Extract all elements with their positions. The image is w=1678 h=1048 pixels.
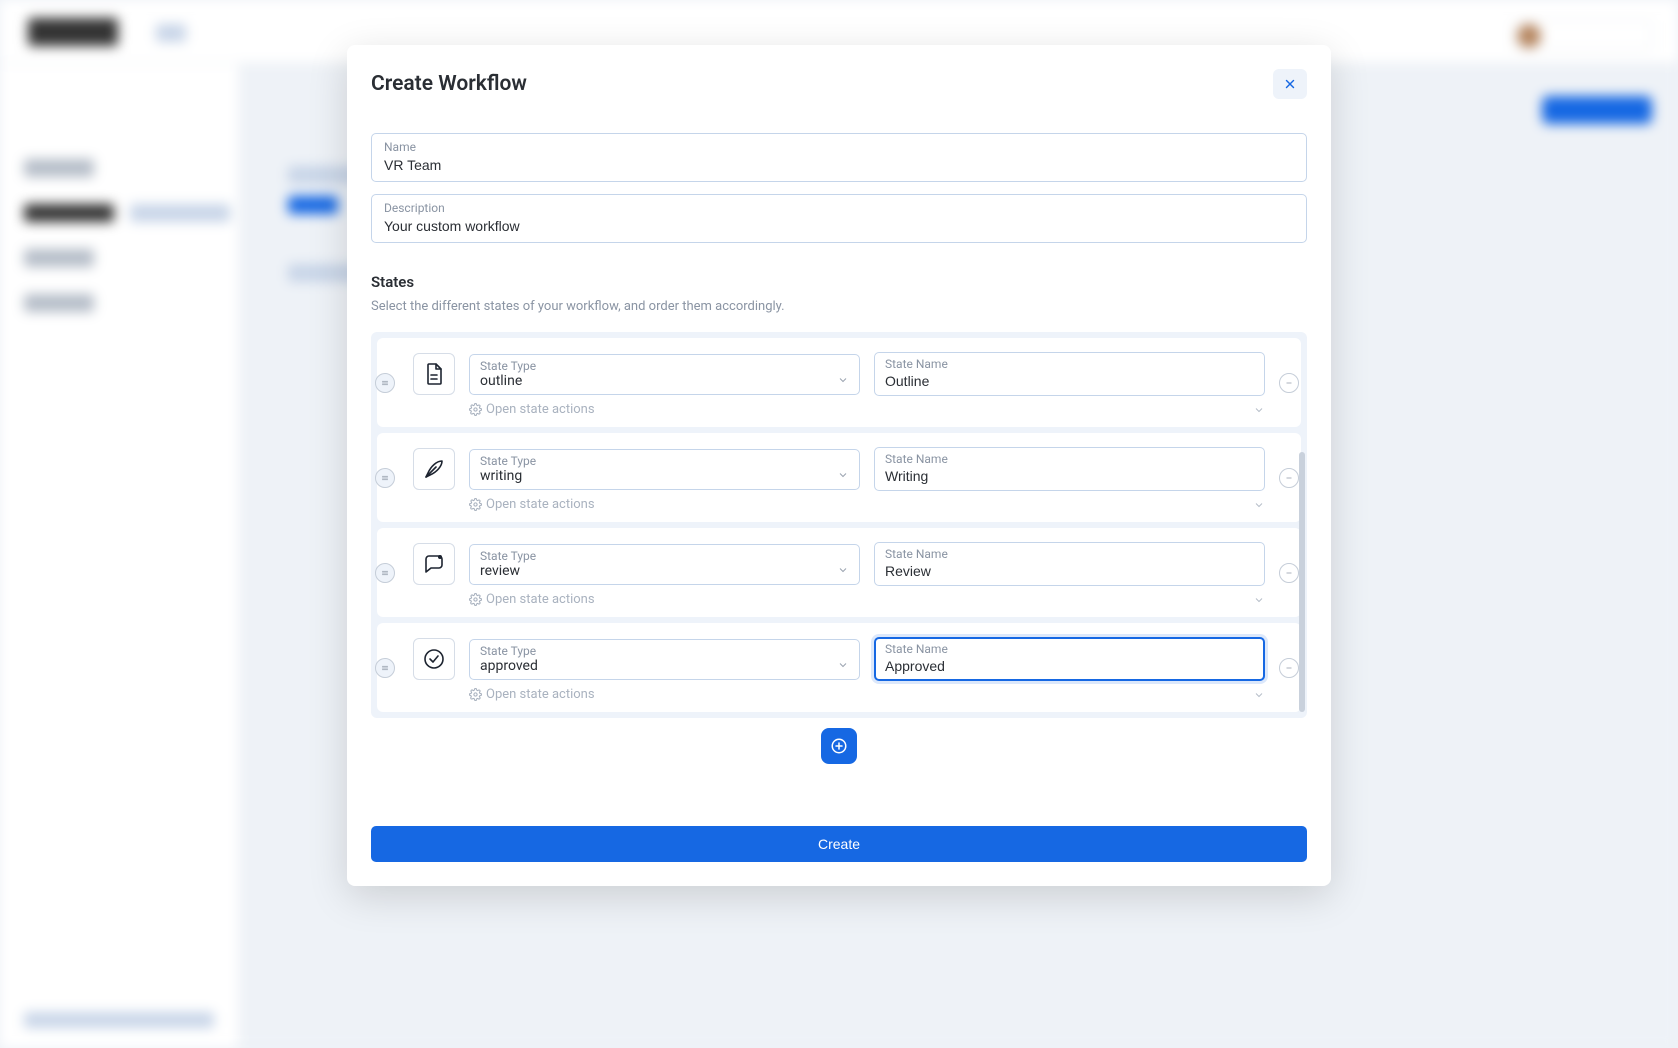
drag-icon (380, 378, 390, 388)
add-state-button[interactable] (821, 728, 857, 764)
state-name-input[interactable] (885, 373, 1254, 389)
state-type-select[interactable]: State Typereview (469, 544, 860, 585)
state-name-label: State Name (885, 547, 1254, 561)
chevron-down-icon (837, 659, 849, 671)
state-name-field[interactable]: State Name (874, 542, 1265, 586)
close-button[interactable] (1273, 69, 1307, 99)
remove-state-button[interactable] (1279, 658, 1299, 678)
name-label: Name (384, 140, 1294, 154)
chevron-down-icon (1253, 689, 1265, 701)
minus-icon (1284, 378, 1294, 388)
chevron-down-icon (837, 564, 849, 576)
state-card: State Typewriting State Name Open state ac… (377, 433, 1301, 522)
actions-expand[interactable] (1253, 404, 1265, 416)
chevron-down-icon (1253, 499, 1265, 511)
state-type-select[interactable]: State Typeapproved (469, 639, 860, 680)
check-circle-icon (422, 647, 446, 671)
name-input[interactable] (384, 157, 1294, 173)
gear-icon (469, 403, 482, 416)
drag-icon (380, 568, 390, 578)
state-card: State Typeapproved State Name Open state a… (377, 623, 1301, 712)
states-heading: States (371, 273, 1307, 291)
state-type-value: outline (480, 373, 849, 389)
state-card: State Typeoutline State Name Open state ac… (377, 338, 1301, 427)
feather-icon-badge[interactable] (413, 448, 455, 490)
state-name-label: State Name (885, 642, 1254, 656)
state-type-value: writing (480, 468, 849, 484)
drag-handle[interactable] (375, 658, 395, 678)
description-field[interactable]: Description (371, 194, 1307, 243)
open-state-actions[interactable]: Open state actions (469, 497, 595, 512)
gear-icon (469, 593, 482, 606)
state-name-label: State Name (885, 357, 1254, 371)
state-type-label: State Type (480, 549, 849, 563)
states-subheading: Select the different states of your work… (371, 299, 1307, 314)
modal-title: Create Workflow (371, 72, 527, 96)
chevron-down-icon (837, 374, 849, 386)
state-name-label: State Name (885, 452, 1254, 466)
state-type-select[interactable]: State Typewriting (469, 449, 860, 490)
state-type-label: State Type (480, 644, 849, 658)
feather-icon (422, 457, 446, 481)
open-state-actions-label: Open state actions (486, 592, 595, 607)
state-card: State Typereview State Name Open state act… (377, 528, 1301, 617)
comment-icon (422, 552, 446, 576)
state-type-value: review (480, 563, 849, 579)
gear-icon (469, 498, 482, 511)
minus-icon (1284, 663, 1294, 673)
description-label: Description (384, 201, 1294, 215)
state-type-label: State Type (480, 454, 849, 468)
state-name-input[interactable] (885, 563, 1254, 579)
drag-icon (380, 663, 390, 673)
open-state-actions[interactable]: Open state actions (469, 402, 595, 417)
close-icon (1283, 77, 1297, 91)
state-name-input[interactable] (885, 468, 1254, 484)
drag-icon (380, 473, 390, 483)
create-workflow-modal: Create Workflow Name Description States … (347, 45, 1331, 886)
description-input[interactable] (384, 218, 1294, 234)
state-type-label: State Type (480, 359, 849, 373)
document-icon-badge[interactable] (413, 353, 455, 395)
state-name-field[interactable]: State Name (874, 637, 1265, 681)
check-circle-icon-badge[interactable] (413, 638, 455, 680)
create-button[interactable]: Create (371, 826, 1307, 862)
plus-circle-icon (830, 737, 848, 755)
chevron-down-icon (1253, 594, 1265, 606)
drag-handle[interactable] (375, 563, 395, 583)
chevron-down-icon (1253, 404, 1265, 416)
drag-handle[interactable] (375, 468, 395, 488)
state-name-field[interactable]: State Name (874, 352, 1265, 396)
gear-icon (469, 688, 482, 701)
document-icon (422, 362, 446, 386)
scrollbar[interactable] (1299, 452, 1305, 712)
remove-state-button[interactable] (1279, 373, 1299, 393)
comment-icon-badge[interactable] (413, 543, 455, 585)
states-list: State TypeoutlineState NameOpen state ac… (371, 332, 1307, 718)
actions-expand[interactable] (1253, 689, 1265, 701)
open-state-actions-label: Open state actions (486, 687, 595, 702)
state-type-select[interactable]: State Typeoutline (469, 354, 860, 395)
chevron-down-icon (837, 469, 849, 481)
state-name-input[interactable] (885, 658, 1254, 674)
open-state-actions-label: Open state actions (486, 402, 595, 417)
remove-state-button[interactable] (1279, 563, 1299, 583)
actions-expand[interactable] (1253, 499, 1265, 511)
state-name-field[interactable]: State Name (874, 447, 1265, 491)
name-field[interactable]: Name (371, 133, 1307, 182)
state-type-value: approved (480, 658, 849, 674)
open-state-actions[interactable]: Open state actions (469, 592, 595, 607)
minus-icon (1284, 473, 1294, 483)
modal-overlay: Create Workflow Name Description States … (0, 0, 1678, 1048)
open-state-actions-label: Open state actions (486, 497, 595, 512)
remove-state-button[interactable] (1279, 468, 1299, 488)
minus-icon (1284, 568, 1294, 578)
actions-expand[interactable] (1253, 594, 1265, 606)
drag-handle[interactable] (375, 373, 395, 393)
open-state-actions[interactable]: Open state actions (469, 687, 595, 702)
